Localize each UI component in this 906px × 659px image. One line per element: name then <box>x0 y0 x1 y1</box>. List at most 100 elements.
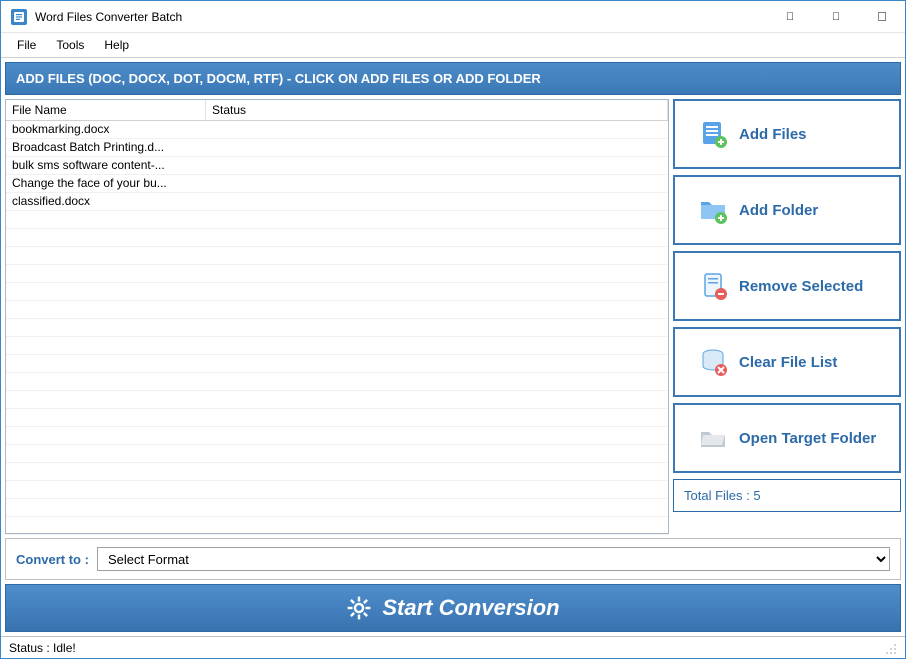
cell-status <box>206 499 668 516</box>
cell-filename <box>6 337 206 354</box>
cell-status <box>206 211 668 228</box>
clear-list-label: Clear File List <box>739 354 837 371</box>
close-button[interactable]:  <box>859 1 905 33</box>
open-target-label: Open Target Folder <box>739 430 876 447</box>
cell-filename <box>6 481 206 498</box>
menu-help[interactable]: Help <box>94 35 139 55</box>
cell-status <box>206 337 668 354</box>
table-row <box>6 427 668 445</box>
remove-selected-button[interactable]: Remove Selected <box>673 251 901 321</box>
file-list-header: File Name Status <box>6 100 668 121</box>
cell-status <box>206 121 668 138</box>
table-row <box>6 211 668 229</box>
titlebar: Word Files Converter Batch    <box>1 1 905 33</box>
table-row <box>6 301 668 319</box>
cell-filename: bulk sms software content-... <box>6 157 206 174</box>
add-files-icon <box>697 118 729 150</box>
cell-status <box>206 265 668 282</box>
cell-filename: Broadcast Batch Printing.d... <box>6 139 206 156</box>
cell-filename <box>6 319 206 336</box>
table-row <box>6 409 668 427</box>
format-select[interactable]: Select Format <box>97 547 890 571</box>
add-folder-label: Add Folder <box>739 202 818 219</box>
cell-status <box>206 445 668 462</box>
cell-status <box>206 391 668 408</box>
cell-filename <box>6 211 206 228</box>
start-conversion-button[interactable]: Start Conversion <box>5 584 901 632</box>
cell-filename <box>6 517 206 534</box>
table-row <box>6 517 668 535</box>
table-row <box>6 247 668 265</box>
column-status[interactable]: Status <box>206 100 668 120</box>
cell-filename <box>6 265 206 282</box>
cell-filename <box>6 301 206 318</box>
status-text: Status : Idle! <box>9 641 76 655</box>
maximize-button[interactable]:  <box>813 1 859 33</box>
table-row <box>6 355 668 373</box>
total-files-label: Total Files : 5 <box>673 479 901 512</box>
add-files-label: Add Files <box>739 126 807 143</box>
cell-filename <box>6 499 206 516</box>
cell-status <box>206 283 668 300</box>
cell-filename: Change the face of your bu... <box>6 175 206 192</box>
cell-status <box>206 319 668 336</box>
file-list-pane: File Name Status bookmarking.docxBroadca… <box>5 99 669 534</box>
menu-tools[interactable]: Tools <box>46 35 94 55</box>
convert-to-label: Convert to : <box>16 552 89 567</box>
table-row <box>6 391 668 409</box>
open-target-button[interactable]: Open Target Folder <box>673 403 901 473</box>
cell-status <box>206 139 668 156</box>
minimize-button[interactable]:  <box>767 1 813 33</box>
cell-status <box>206 373 668 390</box>
gear-icon <box>346 595 372 621</box>
table-row <box>6 373 668 391</box>
cell-filename <box>6 463 206 480</box>
table-row[interactable]: Broadcast Batch Printing.d... <box>6 139 668 157</box>
cell-status <box>206 463 668 480</box>
convert-row: Convert to : Select Format <box>5 538 901 580</box>
remove-selected-icon <box>697 270 729 302</box>
resize-grip-icon[interactable] <box>883 641 897 655</box>
menu-file[interactable]: File <box>7 35 46 55</box>
cell-filename <box>6 229 206 246</box>
add-files-button[interactable]: Add Files <box>673 99 901 169</box>
cell-filename <box>6 373 206 390</box>
table-row <box>6 229 668 247</box>
cell-status <box>206 301 668 318</box>
table-row[interactable]: bookmarking.docx <box>6 121 668 139</box>
file-list-body[interactable]: bookmarking.docxBroadcast Batch Printing… <box>6 121 668 535</box>
column-filename[interactable]: File Name <box>6 100 206 120</box>
clear-list-button[interactable]: Clear File List <box>673 327 901 397</box>
instruction-bar: ADD FILES (DOC, DOCX, DOT, DOCM, RTF) - … <box>5 62 901 95</box>
add-folder-button[interactable]: Add Folder <box>673 175 901 245</box>
cell-filename <box>6 247 206 264</box>
cell-filename <box>6 355 206 372</box>
menubar: File Tools Help <box>1 33 905 58</box>
cell-filename: classified.docx <box>6 193 206 210</box>
cell-status <box>206 247 668 264</box>
cell-filename <box>6 391 206 408</box>
table-row <box>6 265 668 283</box>
table-row <box>6 481 668 499</box>
cell-filename <box>6 427 206 444</box>
cell-status <box>206 517 668 534</box>
cell-filename: bookmarking.docx <box>6 121 206 138</box>
cell-filename <box>6 409 206 426</box>
cell-status <box>206 481 668 498</box>
start-conversion-label: Start Conversion <box>382 595 559 621</box>
table-row[interactable]: classified.docx <box>6 193 668 211</box>
add-folder-icon <box>697 194 729 226</box>
table-row <box>6 499 668 517</box>
open-target-icon <box>697 422 729 454</box>
remove-selected-label: Remove Selected <box>739 278 863 295</box>
table-row[interactable]: Change the face of your bu... <box>6 175 668 193</box>
cell-status <box>206 427 668 444</box>
table-row[interactable]: bulk sms software content-... <box>6 157 668 175</box>
cell-status <box>206 157 668 174</box>
cell-status <box>206 229 668 246</box>
table-row <box>6 319 668 337</box>
cell-status <box>206 193 668 210</box>
table-row <box>6 463 668 481</box>
clear-list-icon <box>697 346 729 378</box>
cell-status <box>206 175 668 192</box>
